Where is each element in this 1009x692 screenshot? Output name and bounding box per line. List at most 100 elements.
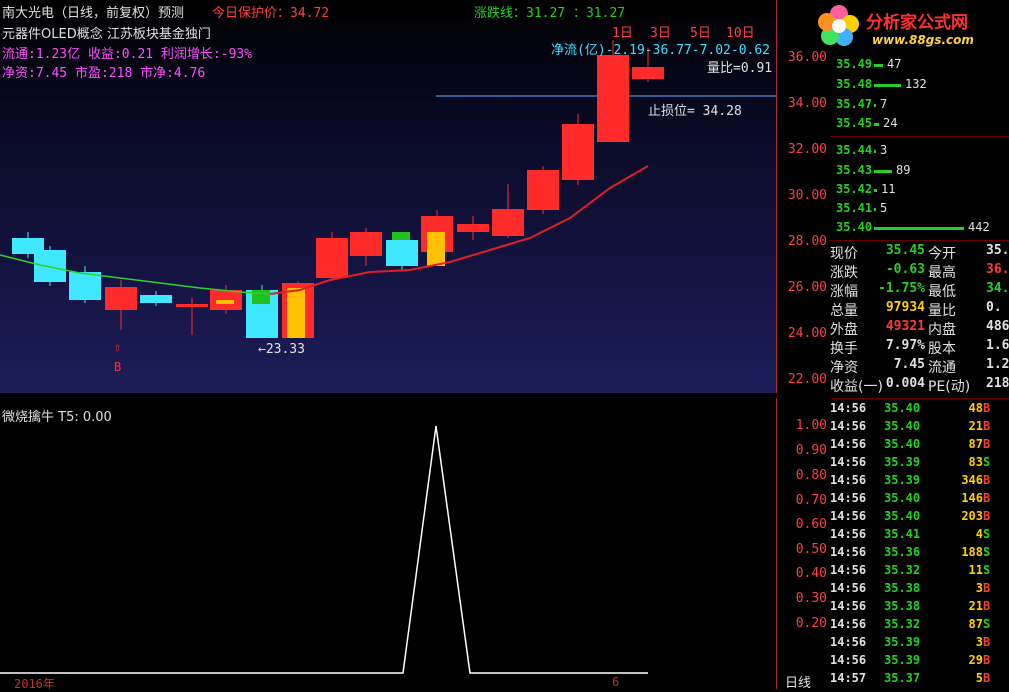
chart-title: 南大光电（日线，前复权）预测 xyxy=(2,6,185,21)
price-tick: 26.00 xyxy=(787,280,827,295)
quote-value: 35. xyxy=(986,243,1009,258)
tick-side: B xyxy=(983,671,991,685)
net-assets-info: 净资:7.45 市盈:218 市净:4.76 xyxy=(2,66,206,81)
tick-row[interactable]: 14:56 35.39 29 B xyxy=(830,653,1009,671)
indicator-tick: 0.90 xyxy=(795,443,827,458)
quote-label: 最低 xyxy=(928,284,956,300)
orderbook-row[interactable]: 35.44 3 xyxy=(830,143,1009,162)
tick-side: B xyxy=(983,419,991,433)
quote-value: 97934 xyxy=(885,300,925,315)
indicator-svg xyxy=(0,425,648,674)
quote-label: 外盘 xyxy=(830,322,858,338)
tick-side: B xyxy=(983,581,991,595)
orderbook-row[interactable]: 35.40 442 xyxy=(830,220,1009,239)
tick-row[interactable]: 14:56 35.40 87 B xyxy=(830,437,1009,455)
tick-row[interactable]: 14:56 35.39 3 B xyxy=(830,635,1009,653)
tick-side: S xyxy=(983,527,991,541)
quote-value: 7.97% xyxy=(885,338,925,353)
candle-body xyxy=(632,67,664,79)
tick-volume: 21 xyxy=(968,419,983,433)
quote-panel: 分析家公式网 www.88gs.com 35.49 47 35.48 132 35.… xyxy=(818,0,1009,689)
price-tick: 22.00 xyxy=(787,372,827,387)
quote-value: 1.61 xyxy=(986,338,1009,353)
indicator-axis: 1.00 0.90 0.80 0.70 0.60 0.50 0.40 0.30 … xyxy=(776,398,831,691)
tick-row[interactable]: 14:56 35.40 48 B xyxy=(830,401,1009,419)
indicator-tick: 0.70 xyxy=(795,493,827,508)
orderbook-row[interactable]: 35.42 11 xyxy=(830,182,1009,201)
tick-time: 14:56 xyxy=(830,491,867,505)
buy-marker: B xyxy=(114,360,122,374)
indicator-title: 微烧擒牛 T5: 0.00 xyxy=(2,410,112,425)
tick-side: S xyxy=(983,563,991,577)
quote-label: PE(动) xyxy=(928,379,971,395)
orderbook-volume: 442 xyxy=(968,220,990,234)
tick-price: 35.40 xyxy=(884,491,921,505)
concept-tags: 元器件OLED概念 江苏板块基金独门 xyxy=(2,27,211,42)
indicator-tick: 0.80 xyxy=(795,468,827,483)
tick-row[interactable]: 14:57 35.37 5 B xyxy=(830,671,1009,689)
tick-time: 14:56 xyxy=(830,581,867,595)
date-start-label: 2016年 xyxy=(14,677,55,691)
tick-row[interactable]: 14:56 35.40 203 B xyxy=(830,509,1009,527)
quote-divider xyxy=(830,240,1009,241)
quote-row: 收益(一) 0.004 PE(动) 2184 xyxy=(830,376,1009,395)
tick-row[interactable]: 14:56 35.40 146 B xyxy=(830,491,1009,509)
quote-label: 收益(一) xyxy=(830,379,883,395)
tick-row[interactable]: 14:56 35.41 4 S xyxy=(830,527,1009,545)
candle-body xyxy=(140,295,172,303)
quote-value: 49321 xyxy=(885,319,925,334)
orderbook-volume-bar xyxy=(874,84,901,87)
orderbook-row[interactable]: 35.41 5 xyxy=(830,201,1009,220)
quote-label: 现价 xyxy=(830,246,858,262)
tick-price: 35.36 xyxy=(884,545,921,559)
orderbook-volume-bar xyxy=(874,64,883,67)
tick-side: S xyxy=(983,617,991,631)
tick-side: B xyxy=(983,599,991,613)
tick-row[interactable]: 14:56 35.32 87 S xyxy=(830,617,1009,635)
tick-row[interactable]: 14:56 35.40 21 B xyxy=(830,419,1009,437)
quote-label: 涨幅 xyxy=(830,284,858,300)
quote-label: 今开 xyxy=(928,246,956,262)
tick-price: 35.32 xyxy=(884,617,921,631)
quote-value: 7.45 xyxy=(893,357,925,372)
tick-row[interactable]: 14:56 35.32 11 S xyxy=(830,563,1009,581)
orderbook-row[interactable]: 35.49 47 xyxy=(830,57,1009,76)
indicator-chart[interactable]: 微烧擒牛 T5: 0.00 2016年 6 xyxy=(0,398,776,691)
candle-body xyxy=(386,240,418,266)
candle-body xyxy=(597,55,629,142)
signal-bar xyxy=(427,232,445,266)
indicator-tick: 0.40 xyxy=(795,566,827,581)
flower-logo-icon xyxy=(818,5,859,46)
quote-value: 34. xyxy=(986,281,1009,296)
tick-row[interactable]: 14:56 35.39 83 S xyxy=(830,455,1009,473)
indicator-tick: 0.30 xyxy=(795,591,827,606)
quote-label: 涨跌 xyxy=(830,265,858,281)
price-axis: 36.00 34.00 32.00 30.00 28.00 26.00 24.0… xyxy=(776,0,831,393)
quote-row: 涨跌 -0.63 最高 36. xyxy=(830,262,1009,281)
tick-row[interactable]: 14:56 35.39 346 B xyxy=(830,473,1009,491)
orderbook-row[interactable]: 35.43 89 xyxy=(830,163,1009,182)
volume-ratio: 量比=0.91 xyxy=(707,61,773,76)
tick-row[interactable]: 14:56 35.36 188 S xyxy=(830,545,1009,563)
logo-url[interactable]: www.88gs.com xyxy=(872,33,974,47)
quote-label: 换手 xyxy=(830,341,858,357)
signal-marker xyxy=(216,300,234,304)
tick-price: 35.40 xyxy=(884,401,921,415)
candle-body xyxy=(105,287,137,310)
tick-side: B xyxy=(983,509,991,523)
orderbook-volume-bar xyxy=(874,123,879,126)
orderbook-row[interactable]: 35.47 7 xyxy=(830,97,1009,116)
orderbook-price: 35.45 xyxy=(836,116,873,130)
tick-volume: 146 xyxy=(961,491,983,505)
orderbook-row[interactable]: 35.45 24 xyxy=(830,116,1009,135)
tick-volume: 21 xyxy=(968,599,983,613)
tick-side: B xyxy=(983,437,991,451)
tick-volume: 346 xyxy=(961,473,983,487)
orderbook-volume: 24 xyxy=(883,116,898,130)
orderbook-row[interactable]: 35.48 132 xyxy=(830,77,1009,96)
kline-chart[interactable]: 南大光电（日线，前复权）预测 今日保护价：34.72 涨跌线：31.27 ：31… xyxy=(0,0,776,393)
ticks-divider xyxy=(830,398,1009,399)
tick-row[interactable]: 14:56 35.38 3 B xyxy=(830,581,1009,599)
tick-row[interactable]: 14:56 35.38 21 B xyxy=(830,599,1009,617)
tick-time: 14:57 xyxy=(830,671,867,685)
